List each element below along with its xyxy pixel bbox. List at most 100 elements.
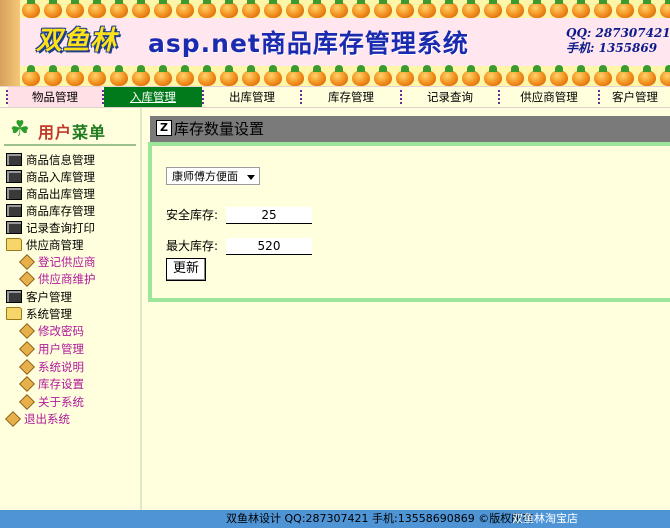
menu-item-register-supplier[interactable]: 登记供应商 (19, 253, 96, 270)
header-banner: 双鱼林 asp.net商品库存管理系统 QQ: 287307421 手机: 13… (0, 0, 670, 86)
top-nav: 物品管理 入库管理 出库管理 库存管理 记录查询 供应商管理 客户管理 (0, 86, 670, 108)
pineapple-icon (22, 0, 40, 18)
pineapple-icon (176, 0, 194, 18)
menu-item-label: 修改密码 (38, 324, 84, 338)
pineapple-icon (506, 0, 524, 18)
menu-item-maintain-supplier[interactable]: 供应商维护 (19, 270, 96, 287)
menu-item-records-print[interactable]: 记录查询打印 (6, 220, 95, 236)
edit-icon: Z (156, 120, 172, 136)
pineapple-icon (594, 0, 612, 18)
menu-item-label: 用户管理 (38, 342, 84, 356)
computer-icon (6, 153, 22, 166)
update-button[interactable]: 更新 (166, 258, 206, 281)
nav-item-suppliers[interactable]: 供应商管理 (500, 87, 598, 107)
pineapple-icon (594, 65, 612, 86)
menu-item-label: 商品信息管理 (26, 153, 95, 167)
pineapple-icon (110, 0, 128, 18)
pineapple-icon (440, 0, 458, 18)
pineapple-icon (506, 65, 524, 86)
menu-item-label: 库存设置 (38, 377, 84, 391)
pineapple-icon (550, 65, 568, 86)
pineapple-icon (330, 65, 348, 86)
menu-item-supplier-mgmt[interactable]: 供应商管理 (6, 237, 84, 253)
safety-stock-input[interactable] (226, 207, 312, 224)
box-icon (19, 270, 35, 287)
box-icon (5, 410, 21, 427)
computer-icon (6, 187, 22, 200)
pineapple-icon (374, 0, 392, 18)
menu-item-label: 商品库存管理 (26, 204, 95, 218)
product-select[interactable]: 康师傅方便面 (166, 167, 260, 185)
contact-qq: QQ: 287307421 (566, 26, 670, 40)
chevron-down-icon (247, 175, 255, 180)
menu-item-goods-outbound[interactable]: 商品出库管理 (6, 186, 95, 202)
pineapple-icon (550, 0, 568, 18)
pineapple-icon (66, 0, 84, 18)
menu-item-system-mgmt[interactable]: 系统管理 (6, 306, 72, 322)
pineapple-icon (528, 0, 546, 18)
pineapple-icon (154, 65, 172, 86)
menu-item-user-mgmt[interactable]: 用户管理 (19, 340, 84, 357)
pineapple-icon (132, 65, 150, 86)
box-icon (19, 340, 35, 357)
pineapple-icon (638, 65, 656, 86)
pineapple-icon (264, 65, 282, 86)
pineapple-icon (462, 0, 480, 18)
nav-item-inventory[interactable]: 库存管理 (302, 87, 400, 107)
computer-icon (6, 290, 22, 303)
computer-icon (6, 221, 22, 234)
product-select-value: 康师傅方便面 (172, 170, 238, 183)
pineapple-icon (660, 0, 670, 18)
menu-item-label: 商品入库管理 (26, 170, 95, 184)
pineapple-icon (330, 0, 348, 18)
sidebar-title-left: 用户 (38, 123, 73, 142)
pineapple-icon (44, 0, 62, 18)
menu-item-about[interactable]: 关于系统 (19, 393, 84, 410)
pineapple-icon (396, 65, 414, 86)
pineapple-icon (220, 0, 238, 18)
pineapple-icon (352, 0, 370, 18)
panel-title: 库存数量设置 (174, 120, 265, 138)
pineapple-icon (528, 65, 546, 86)
menu-item-logout[interactable]: 退出系统 (5, 410, 70, 427)
sidebar-header: ☘ 用户菜单 (4, 116, 134, 146)
box-icon (19, 358, 35, 375)
menu-item-change-password[interactable]: 修改密码 (19, 322, 84, 339)
menu-item-label: 关于系统 (38, 395, 84, 409)
pineapple-icon (242, 0, 260, 18)
nav-item-records[interactable]: 记录查询 (402, 87, 498, 107)
pineapple-icon (572, 65, 590, 86)
menu-item-label: 客户管理 (26, 290, 72, 304)
footer-shop-link[interactable]: 双鱼林淘宝店 (512, 510, 578, 528)
pineapple-icon (418, 0, 436, 18)
pineapple-icon (176, 65, 194, 86)
menu-item-goods-info[interactable]: 商品信息管理 (6, 152, 95, 168)
menu-item-customer-mgmt[interactable]: 客户管理 (6, 289, 72, 305)
menu-item-goods-inbound[interactable]: 商品入库管理 (6, 169, 95, 185)
sidebar-title-right: 菜单 (72, 123, 107, 142)
pineapple-icon (22, 65, 40, 86)
pineapple-icon (110, 65, 128, 86)
nav-item-goods[interactable]: 物品管理 (8, 87, 102, 107)
sidebar-title: 用户菜单 (38, 119, 106, 143)
menu-item-goods-stock[interactable]: 商品库存管理 (6, 203, 95, 219)
pineapple-icon (154, 0, 172, 18)
pineapple-icon (44, 65, 62, 86)
contact-phone: 手机: 1355869 (566, 41, 658, 55)
max-stock-input[interactable] (226, 238, 312, 255)
stock-settings-form: 康师傅方便面 安全库存: 最大库存: 更新 (148, 142, 670, 302)
pineapple-icon (484, 65, 502, 86)
pineapple-icon (286, 0, 304, 18)
folder-icon (6, 238, 22, 251)
pineapple-icon (638, 0, 656, 18)
menu-item-system-info[interactable]: 系统说明 (19, 358, 84, 375)
nav-item-inbound[interactable]: 入库管理 (104, 87, 202, 107)
pineapple-icon (198, 0, 216, 18)
menu-item-label: 商品出库管理 (26, 187, 95, 201)
nav-item-outbound[interactable]: 出库管理 (204, 87, 300, 107)
box-icon (19, 393, 35, 410)
menu-item-stock-settings[interactable]: 库存设置 (19, 375, 84, 392)
main-content: Z 库存数量设置 康师傅方便面 安全库存: 最大库存: 更新 (142, 108, 670, 510)
menu-item-label: 登记供应商 (38, 255, 96, 269)
nav-item-customers[interactable]: 客户管理 (600, 87, 670, 107)
